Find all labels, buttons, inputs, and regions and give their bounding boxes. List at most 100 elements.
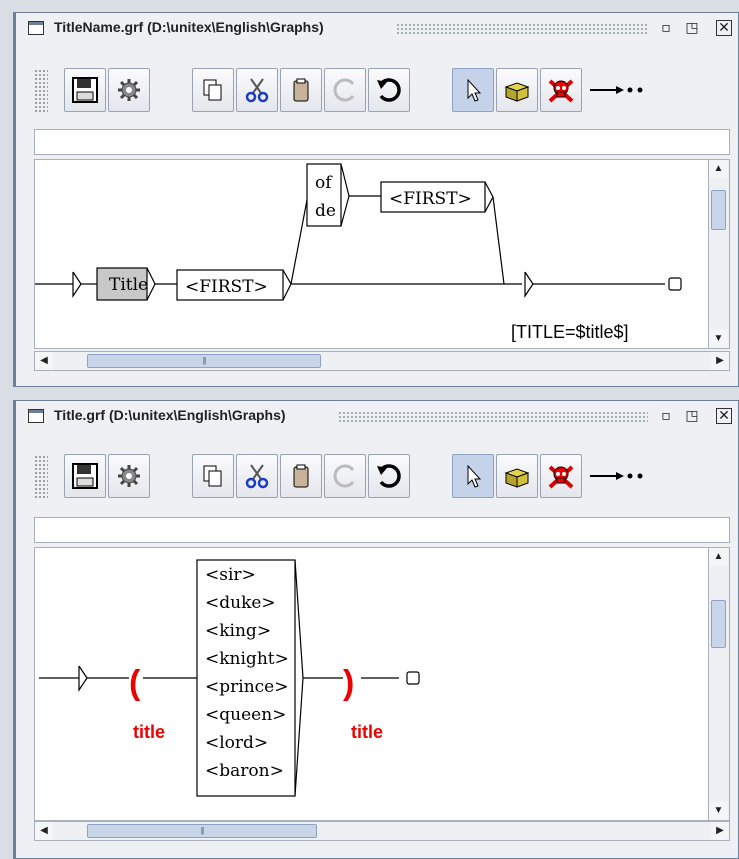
box-icon: [504, 82, 530, 102]
copy-icon: [203, 79, 222, 101]
window-title: Title.grf (D:\unitex\English\Graphs): [54, 407, 286, 423]
scroll-up-icon[interactable]: ▲: [709, 548, 728, 566]
horizontal-scroll-thumb[interactable]: [87, 824, 317, 838]
maximize-icon[interactable]: ◳: [684, 20, 700, 36]
list-item[interactable]: <baron>: [205, 761, 284, 781]
arrow-icon: [590, 472, 643, 480]
horizontal-scrollbar[interactable]: ◀ ▶: [34, 351, 730, 371]
graph-canvas[interactable]: ( title ) title <sir> <duke> <king> <kni…: [34, 547, 730, 821]
graph-drawing: ( title ) title <sir> <duke> <king> <kni…: [39, 559, 427, 797]
variable-label-right: title: [351, 722, 383, 742]
box-text-field[interactable]: [34, 129, 730, 155]
variable-close[interactable]: ): [343, 664, 354, 702]
save-button[interactable]: [64, 454, 106, 498]
scroll-right-icon[interactable]: ▶: [711, 822, 729, 840]
titlebar-grip: [338, 411, 648, 423]
skull-icon: [548, 465, 574, 489]
redo-icon: [333, 78, 355, 102]
compile-button[interactable]: [108, 454, 150, 498]
minimize-icon[interactable]: ▫: [658, 408, 674, 424]
cut-icon: [245, 78, 269, 103]
node-first-2[interactable]: <FIRST>: [389, 189, 472, 209]
close-icon[interactable]: ✕: [716, 20, 732, 36]
graph-window-title: Title.grf (D:\unitex\English\Graphs) ▫ ◳…: [13, 400, 739, 859]
vertical-scrollbar[interactable]: ▲ ▼: [708, 160, 729, 348]
editor-toolbar: [34, 65, 738, 117]
scroll-right-icon[interactable]: ▶: [711, 352, 729, 370]
variable-label-left: title: [133, 722, 165, 742]
copy-button[interactable]: [192, 454, 234, 498]
node-of[interactable]: of: [315, 173, 333, 193]
undo-button[interactable]: [368, 68, 410, 112]
compile-button[interactable]: [108, 68, 150, 112]
scroll-left-icon[interactable]: ◀: [35, 822, 53, 840]
vertical-scroll-thumb[interactable]: [711, 600, 726, 648]
create-box-button[interactable]: [496, 454, 538, 498]
redo-button[interactable]: [324, 454, 366, 498]
window-title: TitleName.grf (D:\unitex\English\Graphs): [54, 19, 324, 35]
toolbar-grip[interactable]: [34, 455, 48, 499]
vertical-scrollbar[interactable]: ▲ ▼: [708, 548, 729, 820]
undo-icon: [377, 464, 401, 488]
pointer-button[interactable]: [452, 68, 494, 112]
transition-button[interactable]: [586, 68, 644, 112]
delete-button[interactable]: [540, 68, 582, 112]
node-title[interactable]: Title: [109, 275, 148, 295]
document-icon: [28, 409, 44, 423]
editor-toolbar: [34, 451, 738, 503]
undo-icon: [377, 78, 401, 102]
delete-button[interactable]: [540, 454, 582, 498]
vertical-scroll-thumb[interactable]: [711, 190, 726, 230]
list-item[interactable]: <duke>: [205, 593, 276, 613]
cut-icon: [245, 464, 269, 489]
node-de[interactable]: de: [315, 201, 336, 221]
scroll-left-icon[interactable]: ◀: [35, 352, 53, 370]
transition-button[interactable]: [586, 454, 644, 498]
list-item[interactable]: <sir>: [205, 565, 256, 585]
minimize-icon[interactable]: ▫: [658, 20, 674, 36]
paste-icon: [293, 78, 309, 102]
save-button[interactable]: [64, 68, 106, 112]
cut-button[interactable]: [236, 454, 278, 498]
undo-button[interactable]: [368, 454, 410, 498]
graph-drawing: Title <FIRST> of de <FIRST> [TITLE=$titl…: [35, 163, 685, 342]
graph-canvas[interactable]: Title <FIRST> of de <FIRST> [TITLE=$titl…: [34, 159, 730, 349]
box-icon: [504, 468, 530, 488]
close-icon[interactable]: ✕: [716, 408, 732, 424]
compile-icon: [118, 79, 140, 101]
node-first[interactable]: <FIRST>: [185, 277, 268, 297]
toolbar-grip[interactable]: [34, 69, 48, 113]
window-titlebar[interactable]: Title.grf (D:\unitex\English\Graphs) ▫ ◳…: [16, 401, 738, 431]
horizontal-scroll-thumb[interactable]: [87, 354, 321, 368]
paste-icon: [293, 464, 309, 488]
scroll-down-icon[interactable]: ▼: [709, 802, 728, 820]
horizontal-scrollbar[interactable]: ◀ ▶: [34, 821, 730, 841]
titlebar-grip: [396, 23, 648, 35]
paste-button[interactable]: [280, 68, 322, 112]
paste-button[interactable]: [280, 454, 322, 498]
list-item[interactable]: <lord>: [205, 733, 268, 753]
pointer-button[interactable]: [452, 454, 494, 498]
redo-button[interactable]: [324, 68, 366, 112]
arrow-icon: [590, 86, 643, 94]
output-label: [TITLE=$title$]: [511, 322, 629, 342]
graph-window-titlename: TitleName.grf (D:\unitex\English\Graphs)…: [13, 12, 739, 387]
compile-icon: [118, 465, 140, 487]
list-item[interactable]: <queen>: [205, 705, 286, 725]
cut-button[interactable]: [236, 68, 278, 112]
create-box-button[interactable]: [496, 68, 538, 112]
list-item[interactable]: <king>: [205, 621, 271, 641]
redo-icon: [333, 464, 355, 488]
box-text-field[interactable]: [34, 517, 730, 543]
list-item[interactable]: <knight>: [205, 649, 289, 669]
copy-button[interactable]: [192, 68, 234, 112]
save-icon: [72, 77, 98, 103]
pointer-icon: [467, 78, 482, 102]
maximize-icon[interactable]: ◳: [684, 408, 700, 424]
scroll-down-icon[interactable]: ▼: [709, 330, 728, 348]
variable-open[interactable]: (: [129, 664, 141, 702]
window-titlebar[interactable]: TitleName.grf (D:\unitex\English\Graphs)…: [16, 13, 738, 43]
scroll-up-icon[interactable]: ▲: [709, 160, 728, 178]
copy-icon: [203, 465, 222, 487]
list-item[interactable]: <prince>: [205, 677, 288, 697]
